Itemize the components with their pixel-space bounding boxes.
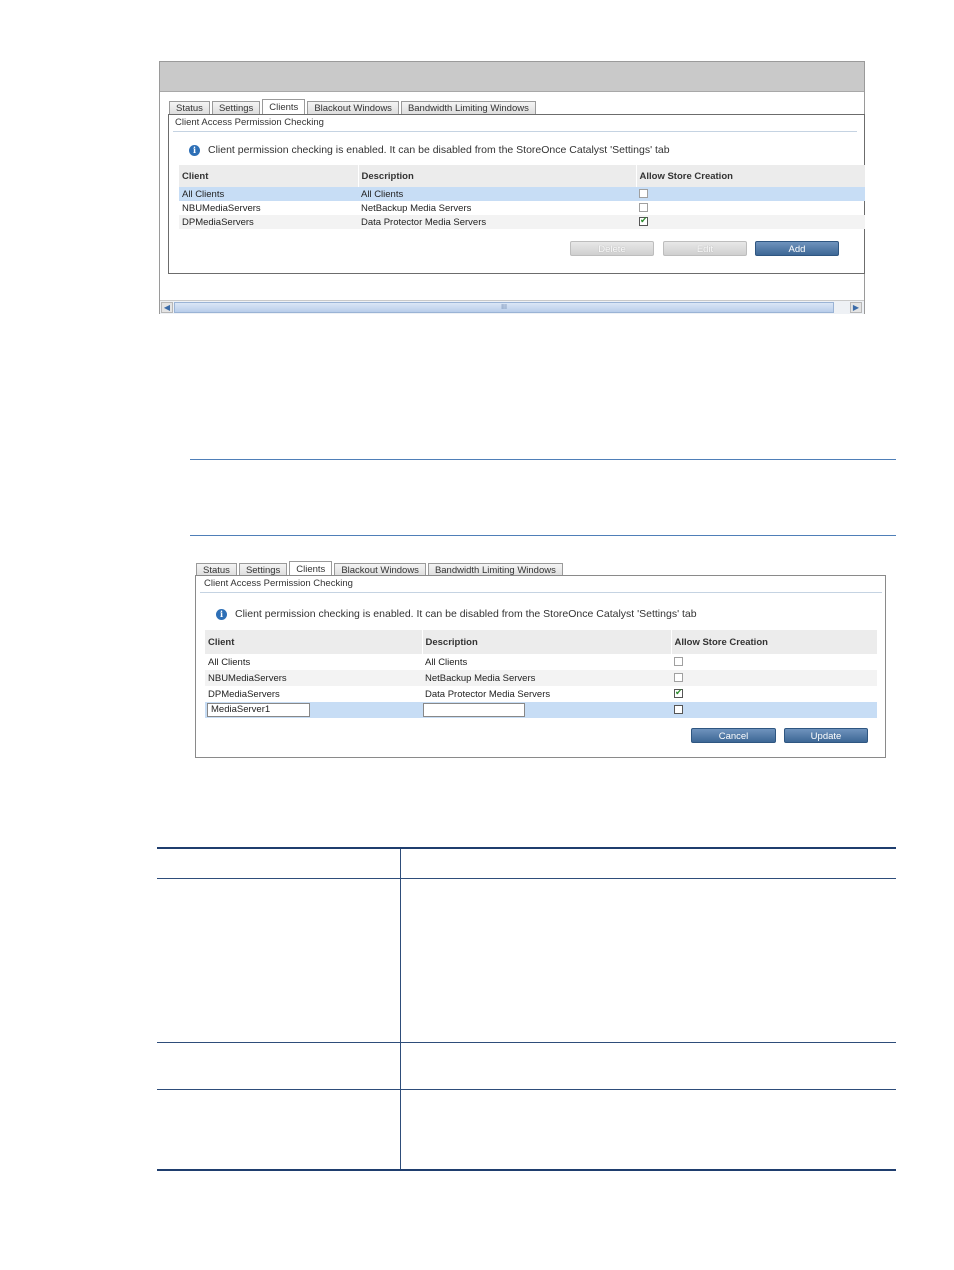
catalyst-window-clients: Status Settings Clients Blackout Windows…: [159, 61, 866, 314]
allow-store-creation-checkbox[interactable]: [674, 657, 683, 667]
update-button[interactable]: Update: [784, 728, 868, 743]
table-row[interactable]: DPMediaServers Data Protector Media Serv…: [205, 686, 877, 702]
tab-strip: Status Settings Clients Blackout Windows…: [169, 99, 538, 115]
scroll-grip: III: [501, 304, 507, 311]
allow-store-creation-checkbox[interactable]: [639, 203, 648, 213]
cell-client: All Clients: [179, 187, 358, 201]
scroll-left-icon[interactable]: ◀: [161, 302, 173, 313]
edit-button[interactable]: Edit: [663, 241, 747, 256]
cell-description: All Clients: [358, 187, 636, 201]
table-row: [157, 1090, 896, 1169]
column-header-allow-store-creation[interactable]: Allow Store Creation: [636, 165, 866, 187]
note-bottom-rule: [190, 535, 896, 536]
description-table: [157, 847, 896, 1171]
allow-store-creation-checkbox[interactable]: [674, 687, 683, 699]
allow-store-creation-checkbox[interactable]: [639, 189, 648, 199]
cell-description: Data Protector Media Servers: [425, 688, 551, 700]
tab-bandwidth-limiting-windows[interactable]: Bandwidth Limiting Windows: [400, 101, 536, 115]
section-divider: [173, 131, 857, 132]
column-header-client[interactable]: Client: [205, 630, 423, 654]
cell-client: DPMediaServers: [179, 215, 358, 229]
clients-table: Client Description Allow Store Creation …: [179, 165, 866, 229]
section-title: Client Access Permission Checking: [204, 578, 353, 589]
cancel-button[interactable]: Cancel: [691, 728, 776, 743]
tab-blackout-windows[interactable]: Blackout Windows: [307, 101, 399, 115]
info-text: Client permission checking is enabled. I…: [235, 608, 697, 620]
cell-client: All Clients: [208, 656, 251, 668]
cell-client: NBUMediaServers: [182, 202, 261, 214]
description-input[interactable]: [423, 703, 525, 717]
info-message: i Client permission checking is enabled.…: [189, 144, 670, 156]
section-title: Client Access Permission Checking: [175, 117, 324, 128]
table-row: [157, 879, 896, 1043]
cell-description: NetBackup Media Servers: [422, 670, 671, 686]
table-row-editing[interactable]: MediaServer1: [205, 702, 877, 718]
clients-panel: Client Access Permission Checking i Clie…: [168, 114, 866, 274]
info-icon: i: [189, 144, 200, 156]
column-header-allow-store-creation[interactable]: Allow Store Creation: [671, 630, 878, 654]
table-row[interactable]: All Clients All Clients: [205, 654, 877, 670]
cell-client: DPMediaServers: [208, 688, 280, 700]
table-row[interactable]: All Clients All Clients: [179, 187, 865, 201]
table-row[interactable]: DPMediaServers Data Protector Media Serv…: [179, 215, 865, 229]
section-divider: [200, 592, 882, 593]
tab-clients[interactable]: Clients: [262, 99, 306, 115]
clients-table-body: All Clients All Clients NBUMediaServers …: [205, 654, 877, 718]
scroll-thumb[interactable]: III: [174, 302, 834, 313]
clients-table-body: All Clients All Clients NBUMediaServers …: [179, 187, 865, 229]
delete-button[interactable]: Delete: [570, 241, 654, 256]
table-row: [157, 1043, 896, 1090]
cell-description: All Clients: [425, 656, 468, 668]
table-row[interactable]: NBUMediaServers NetBackup Media Servers: [205, 670, 877, 686]
allow-store-creation-checkbox[interactable]: [674, 705, 683, 715]
clients-table-edit: Client Description Allow Store Creation …: [205, 630, 878, 718]
column-header-description[interactable]: Description: [422, 630, 672, 654]
horizontal-scrollbar[interactable]: ◀ III ▶: [160, 300, 864, 314]
client-name-input[interactable]: MediaServer1: [207, 703, 310, 717]
cell-description: NetBackup Media Servers: [361, 202, 472, 214]
table-header-row: [157, 849, 896, 879]
allow-store-creation-checkbox[interactable]: [639, 215, 648, 227]
window-title-bar: [160, 62, 864, 92]
info-text: Client permission checking is enabled. I…: [208, 144, 670, 156]
info-message: i Client permission checking is enabled.…: [216, 608, 697, 620]
note-top-rule: [190, 459, 896, 460]
add-button[interactable]: Add: [755, 241, 839, 256]
allow-store-creation-checkbox[interactable]: [674, 673, 683, 683]
column-header-client[interactable]: Client: [179, 165, 359, 187]
tab-status[interactable]: Status: [169, 101, 210, 115]
column-header-description[interactable]: Description: [358, 165, 637, 187]
info-icon: i: [216, 608, 227, 620]
cell-description: Data Protector Media Servers: [358, 215, 636, 229]
table-row[interactable]: NBUMediaServers NetBackup Media Servers: [179, 201, 865, 215]
cell-client: NBUMediaServers: [205, 670, 422, 686]
scroll-right-icon[interactable]: ▶: [850, 302, 862, 313]
tab-settings[interactable]: Settings: [211, 101, 261, 115]
clients-panel-edit: Client Access Permission Checking i Clie…: [195, 575, 886, 758]
